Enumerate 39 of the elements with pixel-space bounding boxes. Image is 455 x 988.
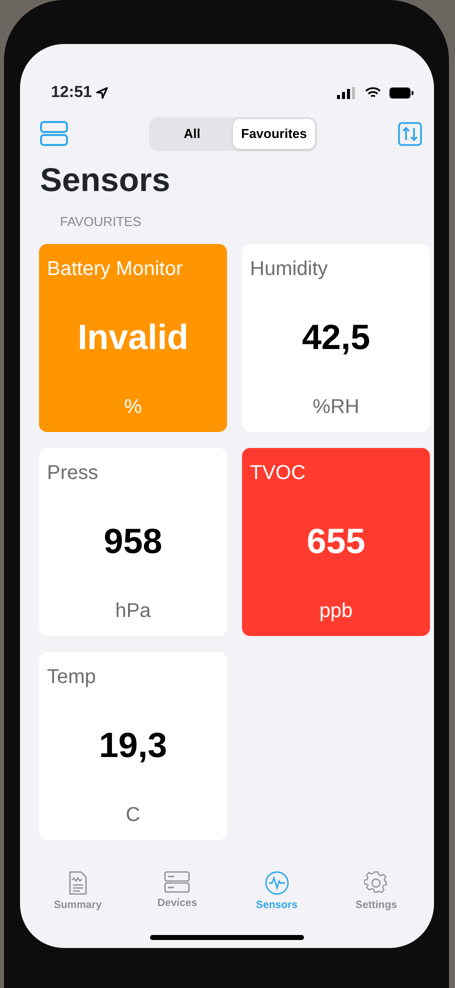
pulse-icon (264, 871, 289, 896)
sensor-unit: C (124, 803, 142, 828)
sensor-unit: %RH (312, 395, 360, 420)
server-icon (164, 871, 190, 894)
sensor-unit: % (123, 395, 143, 420)
segment-tab[interactable]: All (151, 119, 233, 149)
sensor-tile[interactable]: Humidity 42,5 %RH (242, 244, 430, 432)
tab-bar-item[interactable]: Settings (326, 870, 426, 914)
sensor-name: Battery Monitor (47, 257, 184, 282)
sensor-name: Humidity (250, 257, 329, 282)
document-icon (68, 871, 88, 896)
sensor-unit: hPa (114, 599, 152, 624)
sensor-value: 42,5 (300, 316, 372, 359)
page-title: Sensors (40, 160, 172, 200)
sensor-value: 655 (306, 520, 366, 563)
tab-bar-item[interactable]: Summary (28, 870, 128, 914)
sensor-name: TVOC (250, 461, 307, 486)
tab-bar-item[interactable]: Sensors (227, 870, 326, 914)
sensor-value: 958 (102, 520, 164, 563)
status-time: 12:51 (51, 82, 92, 102)
sensor-name: Temp (47, 665, 97, 690)
battery-icon (389, 86, 414, 98)
settings-icon (364, 871, 388, 896)
sort-icon[interactable] (398, 122, 422, 146)
sensor-tile[interactable]: Battery Monitor Invalid % (39, 244, 227, 432)
sensor-value: 19,3 (98, 724, 168, 767)
layout-icon[interactable] (40, 121, 68, 147)
sensor-tile[interactable]: Press 958 hPa (39, 448, 227, 636)
wifi-icon (365, 86, 381, 98)
signal-icon (337, 86, 357, 98)
sensor-name: Press (47, 461, 100, 486)
segment-tab[interactable]: Favourites (233, 119, 315, 149)
sensor-unit: ppb (318, 599, 354, 624)
location-arrow-icon (96, 86, 108, 98)
sensor-tile[interactable]: TVOC 655 ppb (242, 448, 430, 636)
section-header: FAVOURITES (60, 212, 142, 231)
sensor-tile[interactable]: Temp 19,3 C (39, 652, 227, 840)
tab-bar-item[interactable]: Devices (128, 870, 227, 914)
sensor-value: Invalid (76, 316, 190, 359)
